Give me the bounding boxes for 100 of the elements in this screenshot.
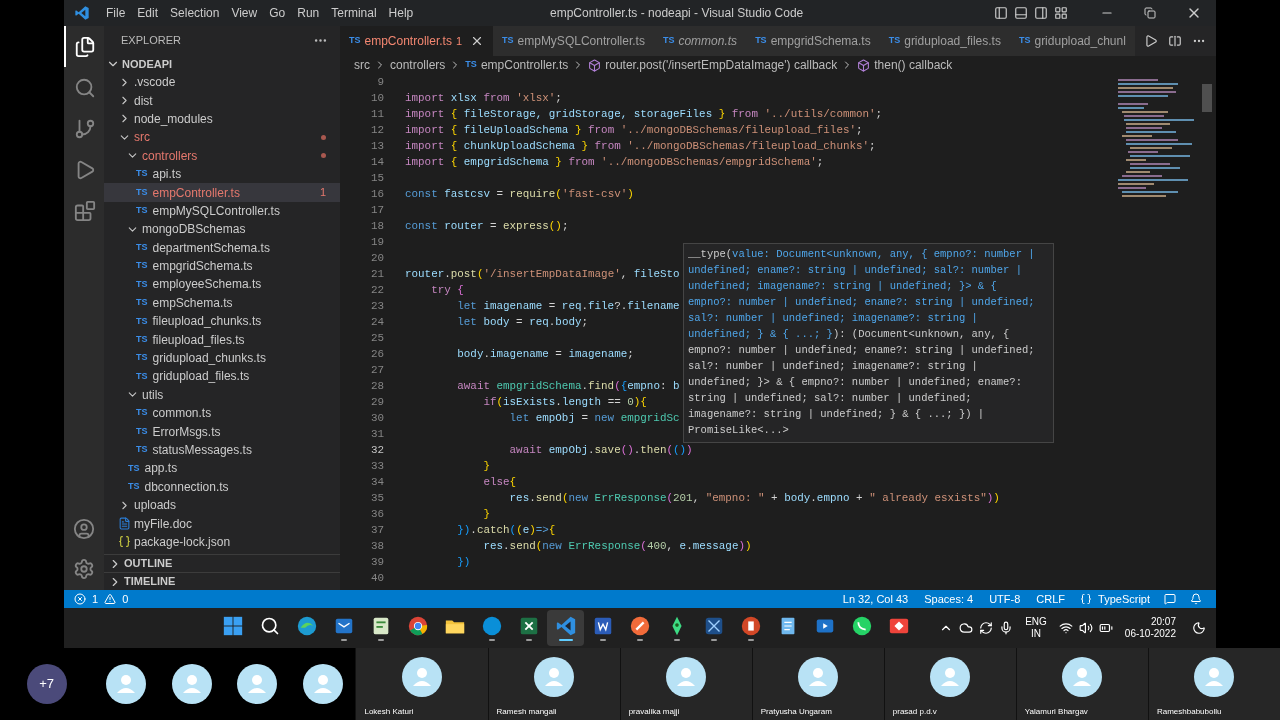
panel-header[interactable]: OUTLINE (104, 554, 340, 572)
tree-item[interactable]: TS ErrorMsgs.ts (104, 422, 340, 441)
tree-item[interactable]: TS empSchema.ts (104, 293, 340, 313)
search-icon[interactable] (259, 616, 280, 636)
menu-item[interactable]: Edit (131, 4, 165, 22)
tree-item[interactable]: TS empMySQLController.ts (104, 201, 340, 221)
overflow-count[interactable]: +7 (26, 664, 67, 704)
scrollbar-thumb[interactable] (1202, 84, 1212, 112)
chat-app-icon[interactable] (850, 615, 873, 637)
panel-toggle-icon[interactable] (1014, 6, 1028, 20)
warning-count[interactable]: 0 (122, 590, 129, 608)
cloud-icon[interactable] (959, 621, 974, 635)
windows-logo-icon[interactable] (221, 615, 244, 637)
editor-tab[interactable]: TS empMySQLController.ts (493, 26, 654, 56)
editor-tab[interactable]: TS common.ts (653, 26, 747, 56)
code-editor-app-icon[interactable] (554, 615, 577, 637)
tricolor-circle-icon[interactable] (406, 615, 429, 637)
menu-item[interactable]: Selection (164, 4, 226, 22)
tree-item[interactable]: TS departmentSchema.ts (104, 238, 340, 257)
participant-tile[interactable]: Lokesh Katuri (355, 648, 488, 720)
tree-item[interactable]: TS statusMessages.ts (104, 440, 340, 460)
input-region[interactable]: IN (1031, 628, 1041, 640)
split-editor-icon[interactable] (1168, 34, 1182, 48)
tree-item[interactable]: TS gridupload_chunks.ts (104, 348, 340, 368)
moon-icon[interactable] (1192, 621, 1206, 635)
tree-item[interactable]: controllers (104, 146, 340, 165)
tooltip-text: undefined; }> & { empno?: number | undefined; ename?: (688, 375, 1022, 391)
status-item[interactable]: Ln 32, Col 43 (837, 590, 914, 608)
sidebar-toggle-icon[interactable] (994, 6, 1008, 20)
editor-tab[interactable]: TS gridupload_files.ts (879, 26, 1010, 56)
breadcrumb-item[interactable]: controllers (390, 56, 446, 74)
participant-tile[interactable]: pravalika majji (619, 648, 752, 720)
tree-item[interactable]: TS dbconnection.ts (104, 477, 340, 496)
menu-item[interactable]: View (225, 4, 264, 22)
tree-item[interactable]: TS empgridSchema.ts (104, 256, 340, 276)
editor-tab[interactable]: TS empgridSchema.ts (746, 26, 880, 56)
settings-icon[interactable] (73, 558, 95, 580)
tree-item[interactable]: TS employeeSchema.ts (104, 275, 340, 294)
editor-tab[interactable]: TS gridupload_chunl (1009, 26, 1135, 56)
breadcrumb-item[interactable]: then() callback (874, 56, 953, 74)
code-line: }) (456, 554, 471, 570)
restore-icon[interactable] (1144, 7, 1156, 19)
menu-item[interactable]: Terminal (325, 4, 383, 22)
clock-date[interactable]: 06-10-2022 (1124, 628, 1176, 640)
volume-icon[interactable] (1078, 621, 1093, 635)
tree-item[interactable]: TS gridupload_files.ts (104, 367, 340, 386)
line-number: 20 (369, 250, 384, 266)
wifi-icon[interactable] (1058, 621, 1073, 635)
menu-item[interactable]: Go (263, 4, 292, 22)
participant-name: prasad p.d.v (891, 706, 937, 718)
line-number: 36 (369, 506, 384, 522)
tree-item[interactable]: package-lock.json (104, 532, 340, 552)
language-mode[interactable]: TypeScript (1098, 590, 1150, 608)
section-header[interactable]: NODEAPI (104, 55, 340, 73)
battery-icon[interactable] (1098, 621, 1113, 635)
tree-item[interactable]: myFile.doc (104, 514, 340, 533)
editor-tab[interactable]: TS empController.ts 1 (340, 26, 493, 56)
account-icon[interactable] (73, 518, 95, 540)
status-item[interactable]: CRLF (1031, 590, 1071, 608)
clock-time[interactable]: 20:07 (1150, 616, 1176, 628)
tree-item[interactable]: TS empController.ts 1 (104, 183, 340, 202)
swirl-app-icon[interactable] (295, 615, 318, 637)
participant-name: Pratyusha Ungaram (759, 706, 832, 718)
menu-item[interactable]: File (100, 4, 132, 22)
panel-right-icon[interactable] (1034, 6, 1048, 20)
tree-item[interactable]: dist (104, 91, 340, 110)
layout-icon[interactable] (1054, 6, 1068, 20)
tree-item[interactable]: TS common.ts (104, 404, 340, 423)
status-item[interactable]: Spaces: 4 (919, 590, 979, 608)
tree-item[interactable]: mongoDBSchemas (104, 220, 340, 239)
breadcrumb-item[interactable]: empController.ts (480, 56, 569, 74)
feedback-icon[interactable] (1164, 593, 1176, 605)
tree-item[interactable]: TS api.ts (104, 164, 340, 184)
presentation-app-icon[interactable] (739, 615, 762, 637)
run-icon[interactable] (1144, 34, 1158, 48)
tree-item[interactable]: src (104, 128, 340, 147)
slash-circle-app-icon[interactable] (628, 615, 651, 637)
participant-tile[interactable]: prasad p.d.v (883, 648, 1016, 720)
tree-item[interactable]: utils (104, 385, 340, 405)
participant-tile[interactable]: Pratyusha Ungaram (751, 648, 884, 720)
bell-icon[interactable] (1190, 593, 1202, 605)
error-count[interactable]: 1 (92, 590, 99, 608)
tree-item[interactable]: .vscode (104, 73, 340, 92)
breadcrumb-item[interactable]: src (354, 56, 370, 74)
sync-icon[interactable] (979, 621, 994, 635)
microphone-icon[interactable] (999, 621, 1014, 635)
close-icon[interactable] (470, 34, 484, 48)
tree-item[interactable]: TS app.ts (104, 459, 340, 478)
status-item[interactable]: UTF-8 (984, 590, 1026, 608)
participant-tile[interactable]: Ramesh mangali (487, 648, 620, 720)
tree-item[interactable]: TS fileupload_chunks.ts (104, 312, 340, 331)
menu-item[interactable]: Help (382, 4, 420, 22)
tree-item[interactable]: node_modules (104, 109, 340, 129)
participant-tile[interactable]: Rameshbabubollu (1147, 648, 1280, 720)
participant-tile[interactable]: Yalamuri Bhargav (1015, 648, 1148, 720)
tree-item[interactable]: uploads (104, 496, 340, 515)
menu-item[interactable]: Run (291, 4, 326, 22)
tree-item[interactable]: TS fileupload_files.ts (104, 330, 340, 349)
breadcrumb-item[interactable]: router.post('/insertEmpDataImage') callback (605, 56, 838, 74)
input-language[interactable]: ENG (1025, 616, 1047, 628)
